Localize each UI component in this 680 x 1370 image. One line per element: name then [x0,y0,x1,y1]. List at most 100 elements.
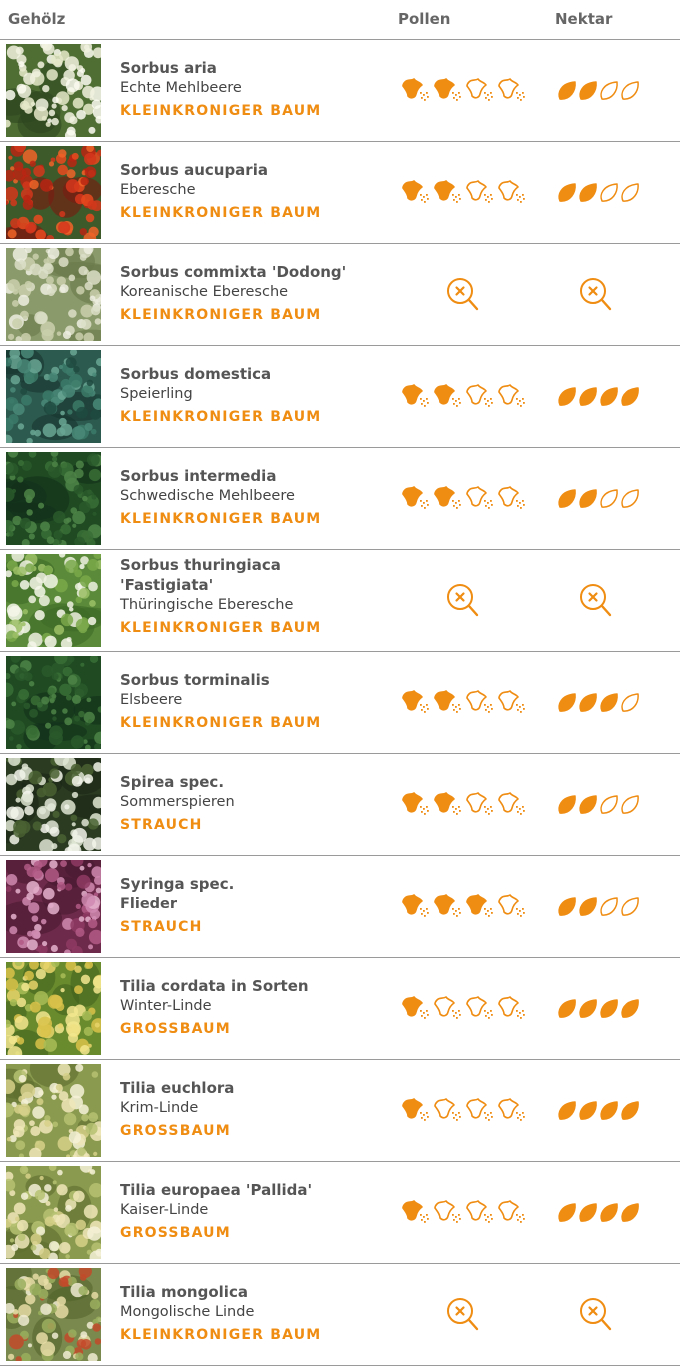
common-name: Sommerspieren [120,794,235,810]
plant-type-label: STRAUCH [120,817,203,833]
nektar-rating [555,181,645,205]
latin-name: Tilia mongolica [120,1283,248,1301]
latin-name: Sorbus thuringiaca [120,556,281,574]
pollen-unknown [445,582,481,620]
common-name: Krim-Linde [120,1100,199,1116]
nektar-rating-icons [558,999,639,1018]
plant-photo [6,962,101,1055]
plant-text: Tilia euchlora Krim-Linde GROSSBAUM [120,1078,395,1142]
plant-type-label: GROSSBAUM [120,1225,231,1241]
plant-thumbnail [6,44,101,137]
pollen-rating-icons [402,1098,525,1121]
table-row: Tilia euchlora Krim-Linde GROSSBAUM [0,1060,680,1162]
latin-name: Sorbus intermedia [120,467,277,485]
plant-thumbnail [6,656,101,749]
plant-text: Sorbus thuringiaca 'Fastigiata' Thüringisc… [120,555,395,639]
plant-type-label: KLEINKRONIGER BAUM [120,205,322,221]
plant-photo [6,146,101,239]
common-name: Schwedische Mehlbeere [120,488,295,504]
plant-photo [6,1064,101,1157]
plant-text: Sorbus intermedia Schwedische Mehlbeere KL… [120,466,395,530]
plant-thumbnail [6,146,101,239]
latin-name: Sorbus torminalis [120,671,270,689]
table-row: Tilia europaea 'Pallida' Kaiser-Linde GROS… [0,1162,680,1264]
latin-name: Tilia europaea 'Pallida' [120,1181,313,1199]
latin-name: Tilia cordata in Sorten [120,977,309,995]
nektar-rating [555,793,645,817]
magnifier-x-icon [447,584,479,617]
nektar-rating-icons [558,897,639,916]
pollen-rating [402,382,537,410]
plant-thumbnail [6,1268,101,1361]
table-row: Sorbus domestica Speierling KLEINKRONIGER … [0,346,680,448]
table-row: Tilia cordata in Sorten Winter-Linde GROSS… [0,958,680,1060]
pollen-rating [402,994,537,1022]
plant-type-label: KLEINKRONIGER BAUM [120,1327,322,1343]
plant-photo [6,860,101,953]
nektar-rating-icons [558,1101,639,1120]
plant-text: Sorbus aria Echte Mehlbeere KLEINKRONIGER … [120,58,395,122]
latin-name: Sorbus aria [120,59,217,77]
table-row: Spirea spec. Sommerspieren STRAUCH [0,754,680,856]
pollen-rating-icons [402,894,525,917]
latin-name: Tilia euchlora [120,1079,235,1097]
plant-thumbnail [6,248,101,341]
common-name: Koreanische Eberesche [120,284,289,300]
table-row: Tilia mongolica Mongolische Linde KLEINKRO… [0,1264,680,1366]
plant-thumbnail [6,452,101,545]
pollen-rating [402,790,537,818]
common-name: Mongolische Linde [120,1304,255,1320]
pollen-rating [402,688,537,716]
plant-type-label: KLEINKRONIGER BAUM [120,103,322,119]
plant-type-label: STRAUCH [120,919,203,935]
magnifier-x-icon [447,1298,479,1331]
column-header-pollen: Pollen [398,10,451,28]
nektar-rating-icons [558,489,639,508]
plant-photo [6,1166,101,1259]
plant-text: Tilia cordata in Sorten Winter-Linde GROSS… [120,976,395,1040]
plant-thumbnail [6,758,101,851]
pollen-unknown [445,1296,481,1334]
plant-photo [6,44,101,137]
pollen-rating-icons [402,486,525,509]
latin-name: 'Fastigiata' [120,576,214,594]
plant-type-label: KLEINKRONIGER BAUM [120,620,322,636]
table-row: Sorbus torminalis Elsbeere KLEINKRONIGER B… [0,652,680,754]
nektar-unknown [578,582,614,620]
pollen-rating-icons [402,996,525,1019]
plant-photo [6,758,101,851]
plant-photo [6,554,101,647]
plant-text: Tilia mongolica Mongolische Linde KLEINKRO… [120,1282,395,1346]
common-name: Echte Mehlbeere [120,80,242,96]
pollen-rating-icons [402,792,525,815]
plant-table: Sorbus aria Echte Mehlbeere KLEINKRONIGER … [0,40,680,1366]
nektar-rating [555,691,645,715]
nektar-rating-icons [558,1203,639,1222]
plant-text: Sorbus torminalis Elsbeere KLEINKRONIGER B… [120,670,395,734]
pollen-rating [402,76,537,104]
nektar-rating-icons [558,795,639,814]
nektar-rating [555,997,645,1021]
nektar-rating-icons [558,387,639,406]
plant-type-label: GROSSBAUM [120,1123,231,1139]
common-name: Kaiser-Linde [120,1202,209,1218]
table-row: Sorbus intermedia Schwedische Mehlbeere KL… [0,448,680,550]
plant-type-label: KLEINKRONIGER BAUM [120,715,322,731]
plant-photo [6,248,101,341]
pollen-rating [402,1096,537,1124]
pollen-rating [402,1198,537,1226]
common-name: Eberesche [120,182,196,198]
table-row: Sorbus aria Echte Mehlbeere KLEINKRONIGER … [0,40,680,142]
magnifier-x-icon [580,1298,612,1331]
latin-name: Syringa spec. [120,875,235,893]
plant-photo [6,656,101,749]
nektar-rating [555,1099,645,1123]
pollen-rating [402,178,537,206]
plant-thumbnail [6,350,101,443]
nektar-rating-icons [558,183,639,202]
pollen-unknown [445,276,481,314]
magnifier-x-icon [580,278,612,311]
plant-type-label: KLEINKRONIGER BAUM [120,409,322,425]
nektar-rating [555,895,645,919]
latin-name: Sorbus aucuparia [120,161,268,179]
